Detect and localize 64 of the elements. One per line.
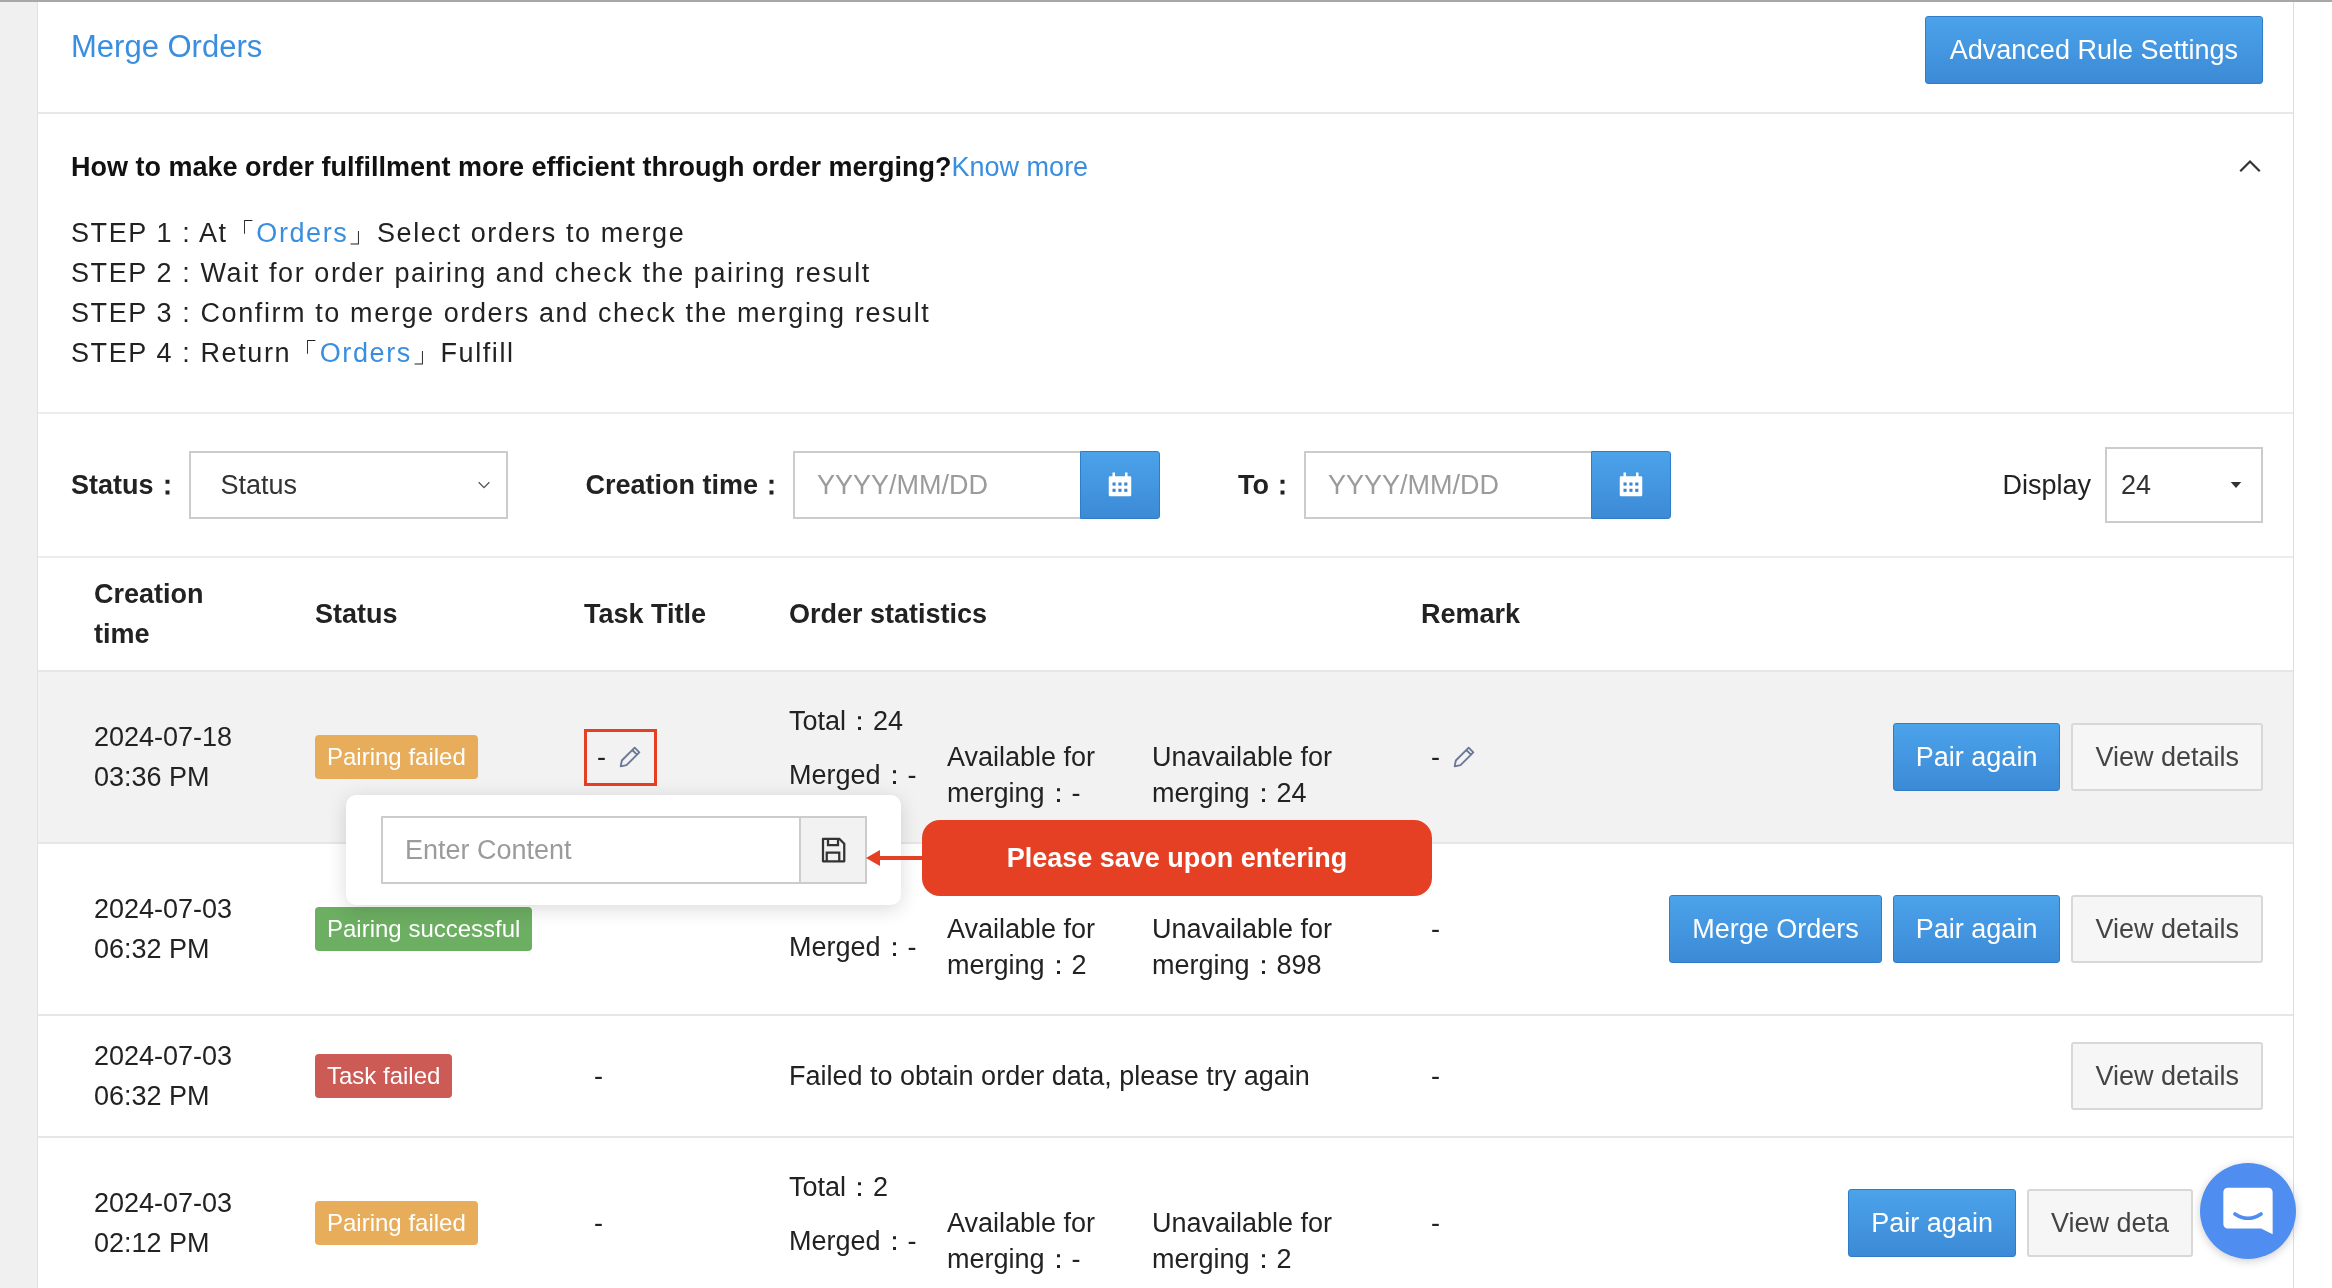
status-badge: Pairing successful bbox=[315, 907, 533, 951]
step-text: STEP 2 : Wait for order pairing and check the pairing result bbox=[71, 257, 872, 290]
table-cell: - bbox=[1431, 1060, 1440, 1092]
details-button[interactable]: View details bbox=[2071, 723, 2263, 791]
column-header: Remark bbox=[1421, 598, 1522, 631]
filter-label: To： bbox=[1238, 469, 1297, 502]
table-cell-text: 2024-07-03 06:32 PM bbox=[94, 1040, 234, 1113]
stat-text: Unavailable for merging：898 bbox=[1152, 913, 1334, 982]
column-header: Creation time bbox=[94, 578, 205, 651]
step-text: STEP 3 : Confirm to merge orders and check the merging result bbox=[71, 297, 932, 330]
status-message: Failed to obtain order data, please try again bbox=[789, 1060, 1311, 1092]
stat-text: Unavailable for merging：24 bbox=[1152, 741, 1334, 810]
status-badge: Pairing failed bbox=[315, 735, 478, 779]
date-field[interactable]: YYYY/MM/DD bbox=[793, 451, 1081, 519]
details-button[interactable]: View details bbox=[2071, 895, 2263, 963]
status-badge: Pairing failed bbox=[315, 1201, 478, 1245]
table-cell: - bbox=[1431, 913, 1440, 945]
status-select[interactable]: Status bbox=[188, 451, 508, 519]
stat-text: Unavailable for merging：2 bbox=[1152, 1207, 1334, 1276]
table-cell: - bbox=[1431, 1207, 1440, 1239]
hint-callout: Please save upon entering bbox=[922, 820, 1432, 896]
column-header: Status bbox=[315, 598, 399, 631]
column-header: Order statistics bbox=[789, 598, 989, 631]
stat-text: Merged：- bbox=[789, 931, 918, 964]
action-button[interactable]: Pair again bbox=[1848, 1189, 2016, 1257]
stat-text: Available for merging：- bbox=[947, 741, 1097, 810]
advanced-settings-button[interactable]: Advanced Rule Settings bbox=[1924, 16, 2263, 84]
orders-link[interactable]: Orders bbox=[256, 218, 349, 248]
action-button[interactable]: Pair again bbox=[1892, 895, 2061, 963]
table-cell-text: 2024-07-18 03:36 PM bbox=[94, 721, 234, 794]
arrow-icon bbox=[866, 848, 924, 868]
step-text: STEP 1 : At「Orders」Select orders to merge bbox=[71, 217, 687, 250]
stat-text: Total：24 bbox=[789, 705, 905, 738]
content-field[interactable]: Enter Content bbox=[381, 816, 801, 884]
table-cell: - bbox=[1431, 741, 1440, 773]
details-button[interactable]: View deta bbox=[2026, 1189, 2193, 1257]
stat-text: Merged：- bbox=[789, 759, 918, 792]
display-select[interactable]: 24 bbox=[2105, 447, 2263, 523]
table-cell-text: 2024-07-03 02:12 PM bbox=[94, 1187, 234, 1260]
stat-text: Merged：- bbox=[789, 1225, 918, 1258]
know-more-link[interactable]: Know more bbox=[951, 152, 1089, 182]
save-button[interactable] bbox=[801, 816, 867, 884]
details-button[interactable]: View details bbox=[2071, 1042, 2263, 1110]
table-cell: - bbox=[597, 741, 606, 773]
filter-label: Creation time： bbox=[585, 469, 786, 502]
calendar-button[interactable] bbox=[1591, 451, 1672, 519]
table-cell: - bbox=[594, 1207, 603, 1239]
status-badge: Task failed bbox=[315, 1054, 453, 1098]
filter-label: Status： bbox=[71, 469, 181, 502]
step-text: STEP 4 : Return「Orders」Fulfill bbox=[71, 337, 516, 370]
stat-text: Available for merging：- bbox=[947, 1207, 1097, 1276]
column-header: Task Title bbox=[584, 598, 708, 631]
stat-text: Total：2 bbox=[789, 1171, 890, 1204]
page-title: Merge Orders bbox=[71, 29, 263, 65]
filter-label: Display bbox=[2002, 469, 2091, 501]
action-button[interactable]: Merge Orders bbox=[1669, 895, 1882, 963]
table-cell: - bbox=[594, 1060, 603, 1092]
action-button[interactable]: Pair again bbox=[1892, 723, 2061, 791]
calendar-button[interactable] bbox=[1080, 451, 1161, 519]
orders-link[interactable]: Orders bbox=[319, 338, 412, 368]
date-field[interactable]: YYYY/MM/DD bbox=[1304, 451, 1592, 519]
stat-text: Available for merging：2 bbox=[947, 913, 1097, 982]
guide-question: How to make order fulfillment more efficient through order merging?Know more bbox=[71, 152, 1089, 183]
table-cell-text: 2024-07-03 06:32 PM bbox=[94, 893, 234, 966]
